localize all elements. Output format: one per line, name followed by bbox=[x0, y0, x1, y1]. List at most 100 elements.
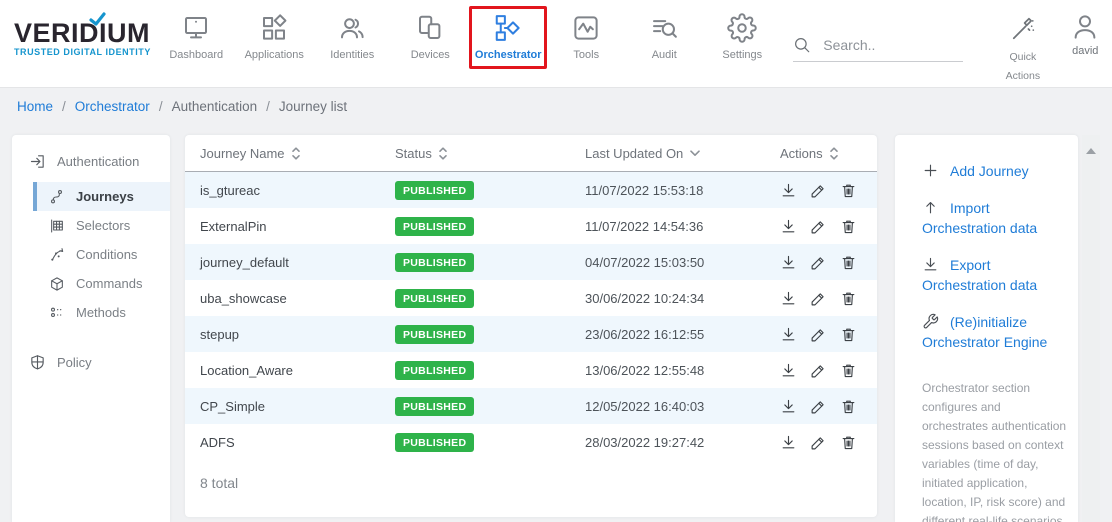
identities-icon bbox=[337, 13, 367, 43]
export-orchestration-button[interactable]: Export Orchestration data bbox=[922, 255, 1066, 295]
scroll-up-arrow-icon[interactable] bbox=[1086, 148, 1096, 154]
download-icon[interactable] bbox=[780, 434, 797, 451]
download-icon[interactable] bbox=[780, 254, 797, 271]
edit-icon[interactable] bbox=[810, 326, 827, 343]
download-icon[interactable] bbox=[780, 218, 797, 235]
nav-item-applications[interactable]: Applications bbox=[235, 6, 313, 69]
edit-icon[interactable] bbox=[810, 434, 827, 451]
search-icon bbox=[793, 36, 811, 54]
sidebar-item-policy[interactable]: Policy bbox=[12, 340, 170, 383]
status-badge: PUBLISHED bbox=[395, 289, 474, 308]
journeys-table: Journey Name Status Last Updated On Acti… bbox=[185, 135, 877, 517]
username: david bbox=[1072, 45, 1098, 57]
sidebar-item-selectors[interactable]: Selectors bbox=[12, 211, 170, 240]
sidebar-item-label: Policy bbox=[57, 355, 92, 370]
column-header-journey-name[interactable]: Journey Name bbox=[200, 146, 395, 161]
sidebar-section-authentication[interactable]: Authentication bbox=[12, 139, 170, 182]
download-icon[interactable] bbox=[780, 326, 797, 343]
column-header-actions[interactable]: Actions bbox=[780, 146, 862, 161]
table-row: journey_default PUBLISHED 04/07/2022 15:… bbox=[185, 244, 877, 280]
journey-name: uba_showcase bbox=[200, 291, 395, 306]
edit-icon[interactable] bbox=[810, 182, 827, 199]
reinitialize-engine-button[interactable]: (Re)initialize Orchestrator Engine bbox=[922, 312, 1066, 352]
nav-label: Audit bbox=[652, 49, 677, 61]
vertical-scrollbar[interactable] bbox=[1082, 135, 1100, 522]
download-icon[interactable] bbox=[780, 398, 797, 415]
edit-icon[interactable] bbox=[810, 362, 827, 379]
sidebar-section-label: Authentication bbox=[57, 154, 139, 169]
nav-item-identities[interactable]: Identities bbox=[313, 6, 391, 69]
delete-icon[interactable] bbox=[840, 434, 857, 451]
edit-icon[interactable] bbox=[810, 218, 827, 235]
delete-icon[interactable] bbox=[840, 218, 857, 235]
delete-icon[interactable] bbox=[840, 326, 857, 343]
nav-label: Identities bbox=[330, 49, 374, 61]
plus-icon bbox=[922, 162, 939, 179]
delete-icon[interactable] bbox=[840, 254, 857, 271]
breadcrumb-home[interactable]: Home bbox=[17, 99, 53, 114]
sidebar-item-journeys[interactable]: Journeys bbox=[33, 182, 170, 211]
sidebar-item-conditions[interactable]: Conditions bbox=[12, 240, 170, 269]
last-updated: 11/07/2022 14:54:36 bbox=[585, 219, 780, 234]
breadcrumb-separator: / bbox=[62, 99, 66, 114]
search-bar bbox=[793, 36, 963, 62]
nav-label: Tools bbox=[573, 49, 599, 61]
brand-check-icon bbox=[88, 12, 107, 27]
user-menu[interactable]: david bbox=[1059, 0, 1112, 57]
nav-item-settings[interactable]: Settings bbox=[703, 6, 781, 69]
last-updated: 04/07/2022 15:03:50 bbox=[585, 255, 780, 270]
edit-icon[interactable] bbox=[810, 290, 827, 307]
delete-icon[interactable] bbox=[840, 398, 857, 415]
sidebar-item-label: Journeys bbox=[76, 189, 134, 204]
delete-icon[interactable] bbox=[840, 290, 857, 307]
journey-name: is_gtureac bbox=[200, 183, 395, 198]
edit-icon[interactable] bbox=[810, 254, 827, 271]
last-updated: 28/03/2022 19:27:42 bbox=[585, 435, 780, 450]
route-icon bbox=[49, 189, 65, 205]
tools-icon bbox=[571, 13, 601, 43]
journey-name: stepup bbox=[200, 327, 395, 342]
brand-tagline: TRUSTED DIGITAL IDENTITY bbox=[14, 47, 152, 57]
download-icon[interactable] bbox=[780, 362, 797, 379]
nav-item-dashboard[interactable]: Dashboard bbox=[157, 6, 235, 69]
nav-item-orchestrator[interactable]: Orchestrator bbox=[469, 6, 547, 69]
login-icon bbox=[29, 153, 46, 170]
breadcrumb-orchestrator[interactable]: Orchestrator bbox=[75, 99, 150, 114]
nav-label: Applications bbox=[245, 49, 304, 61]
sidebar-item-label: Conditions bbox=[76, 247, 137, 262]
delete-icon[interactable] bbox=[840, 182, 857, 199]
breadcrumb-journey-list: Journey list bbox=[279, 99, 347, 114]
settings-icon bbox=[727, 13, 757, 43]
sidebar: Authentication Journeys Selectors Condit… bbox=[12, 135, 170, 522]
dots-icon bbox=[49, 305, 65, 321]
quick-actions-label: Quick Actions bbox=[997, 48, 1049, 86]
nav-item-devices[interactable]: Devices bbox=[391, 6, 469, 69]
quick-actions-button[interactable]: Quick Actions bbox=[995, 0, 1050, 86]
dashboard-icon bbox=[181, 13, 211, 43]
table-row: is_gtureac PUBLISHED 11/07/2022 15:53:18 bbox=[185, 172, 877, 208]
arrow-down-icon bbox=[922, 256, 939, 273]
audit-icon bbox=[649, 13, 679, 43]
top-header: VERIDIUM TRUSTED DIGITAL IDENTITY Dashbo… bbox=[0, 0, 1112, 88]
last-updated: 11/07/2022 15:53:18 bbox=[585, 183, 780, 198]
download-icon[interactable] bbox=[780, 290, 797, 307]
nav-item-tools[interactable]: Tools bbox=[547, 6, 625, 69]
devices-icon bbox=[415, 13, 445, 43]
search-input[interactable] bbox=[823, 37, 963, 53]
sidebar-item-commands[interactable]: Commands bbox=[12, 269, 170, 298]
sidebar-item-methods[interactable]: Methods bbox=[12, 298, 170, 327]
nav-label: Dashboard bbox=[169, 49, 223, 61]
magic-wand-icon bbox=[1010, 16, 1036, 42]
breadcrumb-separator: / bbox=[159, 99, 163, 114]
delete-icon[interactable] bbox=[840, 362, 857, 379]
sort-icon bbox=[292, 147, 300, 160]
import-orchestration-button[interactable]: Import Orchestration data bbox=[922, 198, 1066, 238]
nav-item-audit[interactable]: Audit bbox=[625, 6, 703, 69]
edit-icon[interactable] bbox=[810, 398, 827, 415]
column-header-last-updated[interactable]: Last Updated On bbox=[585, 146, 780, 161]
download-icon[interactable] bbox=[780, 182, 797, 199]
journey-name: ADFS bbox=[200, 435, 395, 450]
add-journey-button[interactable]: Add Journey bbox=[922, 161, 1066, 181]
last-updated: 12/05/2022 16:40:03 bbox=[585, 399, 780, 414]
column-header-status[interactable]: Status bbox=[395, 146, 585, 161]
